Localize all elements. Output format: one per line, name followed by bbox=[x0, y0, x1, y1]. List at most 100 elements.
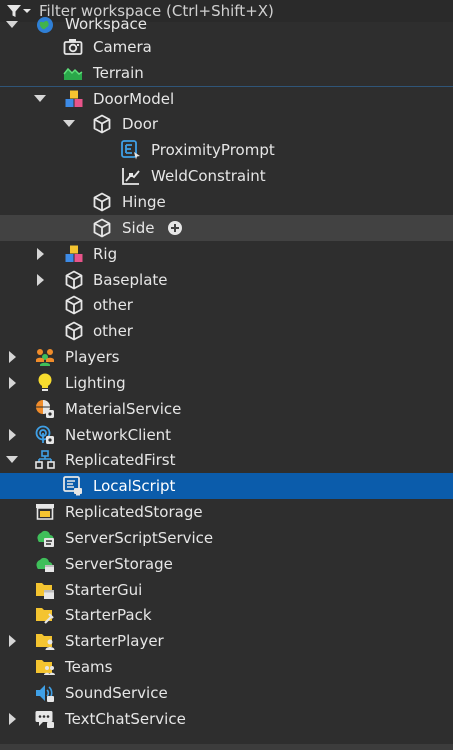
tree-item-label: SoundService bbox=[65, 684, 168, 703]
tree-item-camera[interactable]: Camera bbox=[0, 34, 453, 60]
local-script-icon bbox=[63, 476, 83, 496]
explorer-tree: Workspace Camera Terrain DoorModel Door … bbox=[0, 15, 453, 732]
tree-item-rig[interactable]: Rig bbox=[0, 241, 453, 267]
tree-item-label: Teams bbox=[65, 658, 113, 677]
tree-item-label: StarterPlayer bbox=[65, 632, 164, 651]
tree-item-label: StarterPack bbox=[65, 606, 152, 625]
add-object-plus-icon[interactable] bbox=[165, 218, 185, 238]
tree-item-label: ReplicatedFirst bbox=[65, 451, 176, 470]
replicated-first-icon bbox=[35, 450, 55, 470]
part-cube-icon bbox=[92, 218, 112, 238]
tree-item-side[interactable]: Side bbox=[0, 214, 453, 241]
tree-item-door[interactable]: Door bbox=[0, 112, 453, 138]
tree-item-proximityprompt[interactable]: ProximityPrompt bbox=[0, 137, 453, 163]
collapsed-arrow-icon[interactable] bbox=[6, 634, 20, 648]
tree-item-label: LocalScript bbox=[93, 477, 176, 496]
tree-item-label: Lighting bbox=[65, 373, 126, 392]
sound-service-icon bbox=[35, 683, 55, 703]
terrain-icon bbox=[63, 63, 83, 83]
tree-item-label: TextChatService bbox=[65, 709, 186, 728]
proximity-prompt-icon bbox=[121, 140, 141, 160]
material-service-icon bbox=[35, 399, 55, 419]
workspace-globe-icon bbox=[35, 15, 55, 35]
tree-item-starterpack[interactable]: StarterPack bbox=[0, 603, 453, 629]
tree-item-players[interactable]: Players bbox=[0, 344, 453, 370]
tree-item-label: ProximityPrompt bbox=[151, 141, 275, 160]
tree-item-serverstorage[interactable]: ServerStorage bbox=[0, 551, 453, 577]
tree-item-label: DoorModel bbox=[93, 89, 175, 108]
teams-icon bbox=[35, 657, 55, 677]
collapsed-arrow-icon[interactable] bbox=[6, 376, 20, 390]
expanded-arrow-icon[interactable] bbox=[5, 18, 19, 32]
tree-item-label: ReplicatedStorage bbox=[65, 503, 203, 522]
tree-item-replicatedstorage[interactable]: ReplicatedStorage bbox=[0, 499, 453, 525]
tree-item-label: NetworkClient bbox=[65, 425, 172, 444]
tree-item-lighting[interactable]: Lighting bbox=[0, 370, 453, 396]
tree-item-weldconstraint[interactable]: WeldConstraint bbox=[0, 163, 453, 189]
collapsed-arrow-icon[interactable] bbox=[6, 350, 20, 364]
tree-item-label: WeldConstraint bbox=[151, 167, 266, 186]
tree-item-label: ServerStorage bbox=[65, 554, 173, 573]
tree-item-other[interactable]: other bbox=[0, 292, 453, 318]
tree-item-label: StarterGui bbox=[65, 580, 143, 599]
tree-item-label: Hinge bbox=[122, 192, 166, 211]
collapsed-arrow-icon[interactable] bbox=[6, 712, 20, 726]
tree-item-label: MaterialService bbox=[65, 399, 182, 418]
expanded-arrow-icon[interactable] bbox=[62, 117, 76, 131]
starter-pack-icon bbox=[35, 605, 55, 625]
tree-item-workspace[interactable]: Workspace bbox=[0, 15, 453, 34]
tree-item-materialservice[interactable]: MaterialService bbox=[0, 396, 453, 422]
tree-item-localscript[interactable]: LocalScript bbox=[0, 473, 453, 500]
chevron-down-icon bbox=[23, 8, 31, 14]
tree-item-networkclient[interactable]: NetworkClient bbox=[0, 422, 453, 448]
tree-item-label: ServerScriptService bbox=[65, 528, 214, 547]
replicated-storage-icon bbox=[35, 502, 55, 522]
tree-item-label: Players bbox=[65, 348, 120, 367]
tree-item-teams[interactable]: Teams bbox=[0, 654, 453, 680]
server-storage-icon bbox=[35, 554, 55, 574]
players-icon bbox=[35, 347, 55, 367]
server-script-service-icon bbox=[35, 528, 55, 548]
network-client-icon bbox=[35, 425, 55, 445]
tree-item-startergui[interactable]: StarterGui bbox=[0, 577, 453, 603]
expanded-arrow-icon[interactable] bbox=[5, 453, 19, 467]
filter-funnel-icon bbox=[7, 4, 21, 18]
tree-item-label: Camera bbox=[93, 37, 152, 56]
tree-item-label: Baseplate bbox=[93, 270, 168, 289]
tree-item-label: Side bbox=[122, 218, 155, 237]
tree-item-textchatservice[interactable]: TextChatService bbox=[0, 706, 453, 732]
tree-item-label: other bbox=[93, 322, 133, 341]
collapsed-arrow-icon[interactable] bbox=[6, 428, 20, 442]
tree-item-terrain[interactable]: Terrain bbox=[0, 60, 453, 86]
collapsed-arrow-icon[interactable] bbox=[34, 273, 48, 287]
tree-item-replicatedfirst[interactable]: ReplicatedFirst bbox=[0, 448, 453, 474]
part-cube-icon bbox=[64, 321, 84, 341]
tree-item-doormodel[interactable]: DoorModel bbox=[0, 86, 453, 112]
tree-item-soundservice[interactable]: SoundService bbox=[0, 680, 453, 706]
model-icon bbox=[64, 244, 84, 264]
tree-item-starterplayer[interactable]: StarterPlayer bbox=[0, 628, 453, 654]
expanded-arrow-icon[interactable] bbox=[33, 92, 47, 106]
collapsed-arrow-icon[interactable] bbox=[34, 247, 48, 261]
part-cube-icon bbox=[64, 270, 84, 290]
tree-item-label: Workspace bbox=[65, 15, 147, 33]
text-chat-service-icon bbox=[35, 709, 55, 729]
starter-player-icon bbox=[35, 631, 55, 651]
tree-item-label: Rig bbox=[93, 244, 118, 263]
part-cube-icon bbox=[64, 295, 84, 315]
tree-item-label: Door bbox=[122, 115, 159, 134]
camera-icon bbox=[63, 37, 83, 57]
starter-gui-icon bbox=[35, 580, 55, 600]
model-icon bbox=[64, 89, 84, 109]
part-cube-icon bbox=[92, 114, 112, 134]
tree-item-label: Terrain bbox=[93, 63, 144, 82]
tree-item-baseplate[interactable]: Baseplate bbox=[0, 267, 453, 293]
horizontal-scrollbar[interactable] bbox=[0, 744, 453, 750]
part-cube-icon bbox=[92, 192, 112, 212]
weld-constraint-icon bbox=[121, 166, 141, 186]
tree-item-label: other bbox=[93, 296, 133, 315]
tree-item-other[interactable]: other bbox=[0, 318, 453, 344]
tree-item-serverscriptservice[interactable]: ServerScriptService bbox=[0, 525, 453, 551]
lightbulb-icon bbox=[35, 373, 55, 393]
tree-item-hinge[interactable]: Hinge bbox=[0, 189, 453, 215]
